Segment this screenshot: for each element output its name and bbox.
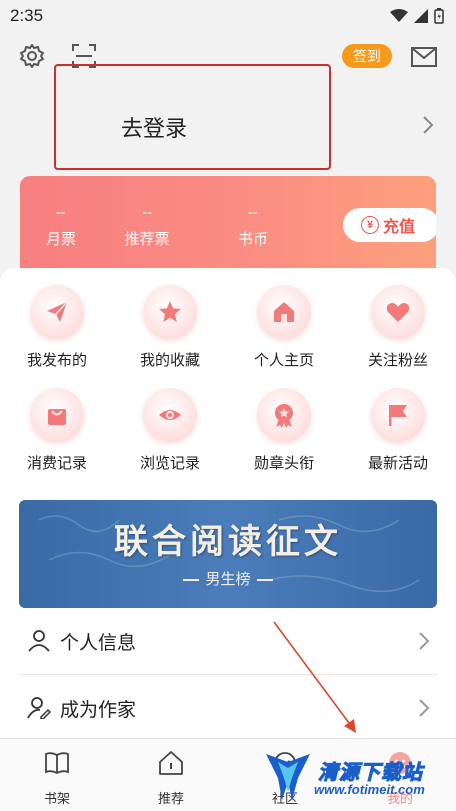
grid-label: 我的收藏 bbox=[139, 352, 200, 369]
grid-label: 浏览记录 bbox=[139, 455, 200, 472]
flag-icon bbox=[371, 388, 425, 442]
menu-row-label: 个人信息 bbox=[60, 633, 137, 654]
person-icon bbox=[28, 630, 50, 652]
recharge-button[interactable]: ¥ 充值 bbox=[343, 208, 436, 242]
mail-icon[interactable] bbox=[410, 44, 438, 70]
tab-mine[interactable]: 我的 bbox=[370, 749, 430, 807]
recommend-ticket[interactable]: -- 推荐票 bbox=[116, 204, 178, 249]
tab-bookshelf[interactable]: 书架 bbox=[27, 749, 87, 807]
grid-label: 我发布的 bbox=[26, 352, 87, 369]
menu-row-label: 成为作家 bbox=[60, 700, 137, 721]
bottom-tab-bar: 书架 推荐 社区 我的 bbox=[0, 738, 456, 811]
recommend-ticket-value: -- bbox=[142, 204, 152, 221]
grid-label: 消费记录 bbox=[26, 455, 87, 472]
menu-row-become-author[interactable]: 成为作家 bbox=[0, 675, 456, 741]
recommend-icon bbox=[159, 751, 183, 775]
signal-icon bbox=[414, 9, 428, 23]
monthly-ticket[interactable]: -- 月票 bbox=[36, 204, 86, 249]
send-icon bbox=[30, 285, 84, 339]
book-coin-label: 书币 bbox=[237, 231, 268, 248]
status-time: 2:35 bbox=[10, 6, 44, 25]
grid-item-favorites[interactable]: 我的收藏 bbox=[120, 285, 220, 370]
home-icon bbox=[257, 285, 311, 339]
tab-recommend[interactable]: 推荐 bbox=[141, 749, 201, 807]
grid-label: 关注粉丝 bbox=[367, 352, 428, 369]
grid-label: 最新活动 bbox=[367, 455, 428, 472]
gear-icon[interactable] bbox=[18, 42, 46, 70]
login-label[interactable]: 去登录 bbox=[121, 111, 187, 143]
grid-item-medals[interactable]: 勋章头衔 bbox=[234, 388, 334, 473]
login-highlight-box[interactable] bbox=[54, 64, 331, 170]
grid-item-events[interactable]: 最新活动 bbox=[348, 388, 448, 473]
heart-icon bbox=[371, 285, 425, 339]
grid-label: 勋章头衔 bbox=[253, 455, 314, 472]
community-icon bbox=[274, 752, 296, 774]
monthly-ticket-value: -- bbox=[56, 204, 66, 221]
monthly-ticket-label: 月票 bbox=[45, 231, 76, 248]
status-icons bbox=[390, 8, 444, 24]
grid-item-follow[interactable]: 关注粉丝 bbox=[348, 285, 448, 370]
star-icon bbox=[143, 285, 197, 339]
recharge-label: 充值 bbox=[383, 219, 416, 236]
book-coin[interactable]: -- 书币 bbox=[228, 204, 278, 249]
recommend-ticket-label: 推荐票 bbox=[124, 231, 170, 248]
tab-label: 书架 bbox=[43, 791, 70, 806]
signin-button[interactable]: 签到 bbox=[342, 44, 392, 68]
chevron-right-icon bbox=[419, 699, 430, 717]
status-bar: 2:35 bbox=[0, 0, 456, 32]
chevron-right-icon bbox=[419, 632, 430, 650]
grid-item-history[interactable]: 浏览记录 bbox=[120, 388, 220, 473]
grid-item-published[interactable]: 我发布的 bbox=[7, 285, 107, 370]
person-edit-icon bbox=[27, 697, 51, 719]
banner-title: 联合阅读征文 bbox=[114, 524, 342, 561]
grid-item-purchases[interactable]: 消费记录 bbox=[7, 388, 107, 473]
chevron-right-icon[interactable] bbox=[421, 114, 435, 136]
book-coin-value: -- bbox=[248, 204, 258, 221]
essay-contest-banner[interactable]: 联合阅读征文 男生榜 bbox=[19, 500, 437, 608]
tab-label: 我的 bbox=[386, 791, 413, 806]
book-icon bbox=[45, 752, 69, 775]
wifi-icon bbox=[390, 9, 408, 22]
eye-icon bbox=[143, 388, 197, 442]
currency-icon: ¥ bbox=[361, 216, 379, 234]
bag-icon bbox=[30, 388, 84, 442]
tab-community[interactable]: 社区 bbox=[255, 749, 315, 807]
medal-icon bbox=[257, 388, 311, 442]
mine-icon bbox=[389, 752, 411, 774]
tab-label: 推荐 bbox=[157, 791, 184, 806]
grid-label: 个人主页 bbox=[253, 352, 314, 369]
banner-subtitle: 男生榜 bbox=[19, 568, 437, 589]
battery-icon bbox=[434, 8, 444, 24]
menu-row-personal-info[interactable]: 个人信息 bbox=[0, 608, 456, 674]
tab-label: 社区 bbox=[271, 791, 298, 806]
grid-item-homepage[interactable]: 个人主页 bbox=[234, 285, 334, 370]
